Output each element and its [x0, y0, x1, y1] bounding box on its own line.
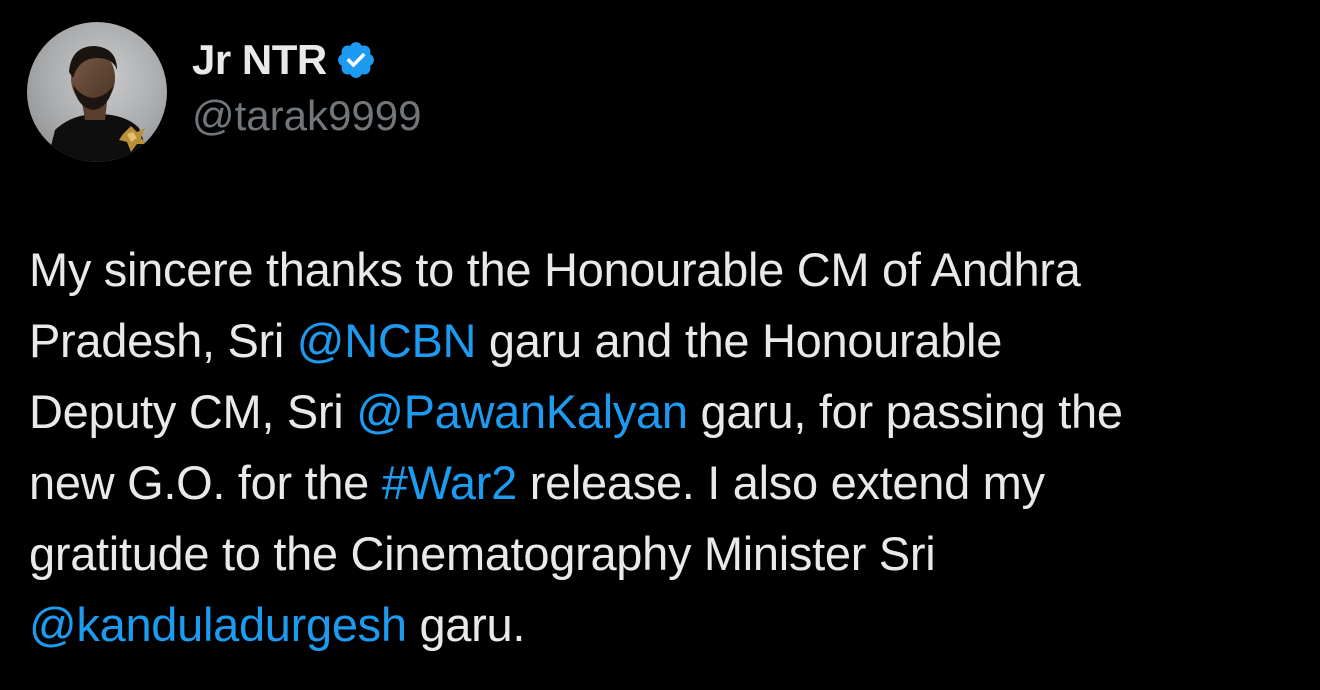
- text-segment: garu, for passing the: [687, 385, 1123, 438]
- text-segment: gratitude to the Cinematography Minister…: [29, 527, 936, 580]
- tweet-text-line: Pradesh, Sri @NCBN garu and the Honourab…: [29, 305, 1299, 376]
- text-segment: Pradesh, Sri: [29, 314, 297, 367]
- author-display-name[interactable]: Jr NTR: [192, 34, 327, 86]
- author-info: Jr NTR @tarak9999: [192, 34, 421, 142]
- tweet-text-line: Deputy CM, Sri @PawanKalyan garu, for pa…: [29, 376, 1299, 447]
- tweet-text-line: gratitude to the Cinematography Minister…: [29, 518, 1299, 589]
- text-segment: Deputy CM, Sri: [29, 385, 357, 438]
- author-handle[interactable]: @tarak9999: [192, 90, 421, 142]
- text-segment: garu and the Honourable: [476, 314, 1003, 367]
- tweet-text-line: My sincere thanks to the Honourable CM o…: [29, 234, 1299, 305]
- avatar-image: [27, 22, 167, 162]
- tweet-text: My sincere thanks to the Honourable CM o…: [29, 234, 1299, 660]
- tweet-card: Jr NTR @tarak9999 My sincere thanks to t…: [0, 0, 1320, 690]
- hashtag-link-war2[interactable]: #War2: [382, 456, 517, 509]
- verified-badge-icon[interactable]: [335, 39, 377, 81]
- mention-link-kanduladurgesh[interactable]: @kanduladurgesh: [29, 598, 407, 651]
- text-segment: new G.O. for the: [29, 456, 382, 509]
- mention-link-ncbn[interactable]: @NCBN: [297, 314, 477, 367]
- text-segment: release. I also extend my: [516, 456, 1045, 509]
- tweet-text-line: @kanduladurgesh garu.: [29, 589, 1299, 660]
- avatar[interactable]: [27, 22, 167, 162]
- mention-link-pawankalyan[interactable]: @PawanKalyan: [356, 385, 688, 438]
- text-segment: My sincere thanks to the Honourable CM o…: [29, 243, 1081, 296]
- author-name-row[interactable]: Jr NTR: [192, 34, 421, 86]
- tweet-text-line: new G.O. for the #War2 release. I also e…: [29, 447, 1299, 518]
- text-segment: garu.: [406, 598, 526, 651]
- tweet-header: Jr NTR @tarak9999: [27, 22, 421, 162]
